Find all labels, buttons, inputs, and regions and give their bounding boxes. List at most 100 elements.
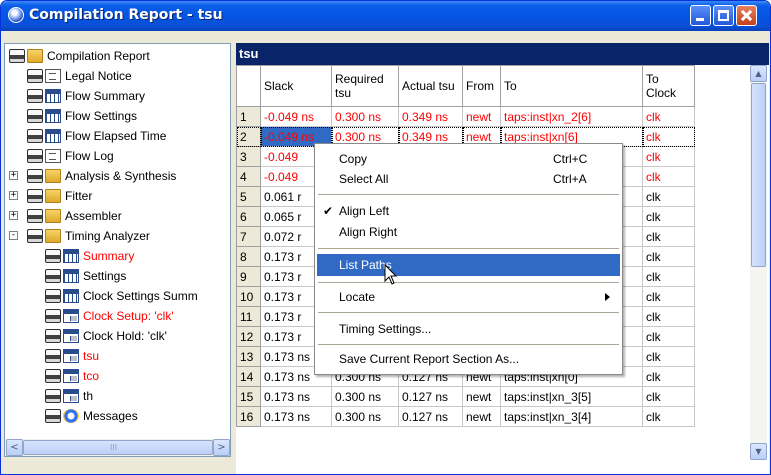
column-header[interactable]: Required tsu xyxy=(331,65,399,107)
scroll-thumb[interactable]: III xyxy=(23,440,213,455)
menu-item-locate[interactable]: Locate xyxy=(317,286,620,308)
scroll-up-button[interactable]: ▲ xyxy=(750,65,767,82)
column-header[interactable]: To xyxy=(500,65,643,107)
tree-horizontal-scrollbar[interactable]: < III > xyxy=(5,439,230,456)
table-cell[interactable]: taps:inst|xn_2[6] xyxy=(500,106,643,127)
row-number[interactable]: 15 xyxy=(236,386,261,407)
row-number[interactable]: 7 xyxy=(236,226,261,247)
table-cell[interactable]: clk xyxy=(642,326,695,347)
table-cell[interactable]: clk xyxy=(642,266,695,287)
tree-item[interactable]: + Analysis & Synthesis xyxy=(5,166,230,186)
table-cell[interactable]: clk xyxy=(642,306,695,327)
tree-item[interactable]: tco xyxy=(5,366,230,386)
row-number[interactable]: 13 xyxy=(236,346,261,367)
row-number[interactable]: 1 xyxy=(236,106,261,127)
menu-item-timing-settings[interactable]: Timing Settings... xyxy=(317,318,620,340)
row-number[interactable]: 4 xyxy=(236,166,261,187)
scroll-left-button[interactable]: < xyxy=(6,439,23,456)
row-number[interactable]: 11 xyxy=(236,306,261,327)
table-row[interactable]: 1 -0.049 ns 0.300 ns 0.349 ns newt taps:inst|… xyxy=(236,106,695,127)
table-cell[interactable]: clk xyxy=(642,206,695,227)
table-cell[interactable]: taps:inst|xn_3[4] xyxy=(500,406,643,427)
tree-item[interactable]: Clock Hold: 'clk' xyxy=(5,326,230,346)
table-cell[interactable]: newt xyxy=(462,106,501,127)
row-number[interactable]: 6 xyxy=(236,206,261,227)
tree-item[interactable]: Flow Elapsed Time xyxy=(5,126,230,146)
menu-item-align-left[interactable]: ✔ Align Left xyxy=(317,200,620,222)
table-cell[interactable]: newt xyxy=(462,406,501,427)
tree-item[interactable]: Flow Summary xyxy=(5,86,230,106)
scroll-right-button[interactable]: > xyxy=(213,439,230,456)
tree-item[interactable]: th xyxy=(5,386,230,406)
menu-item-copy[interactable]: Copy Ctrl+C xyxy=(317,148,620,170)
tree-item[interactable]: Clock Setup: 'clk' xyxy=(5,306,230,326)
scroll-down-button[interactable]: ▼ xyxy=(750,443,767,460)
close-button[interactable] xyxy=(736,5,757,26)
tree-item[interactable]: Compilation Report xyxy=(5,46,230,66)
tree-item[interactable]: + Assembler xyxy=(5,206,230,226)
row-number[interactable]: 2 xyxy=(236,126,261,147)
table-cell[interactable]: 0.300 ns xyxy=(331,106,399,127)
tree-item[interactable]: - Timing Analyzer xyxy=(5,226,230,246)
table-cell[interactable]: clk xyxy=(642,366,695,387)
column-header[interactable]: To Clock xyxy=(642,65,695,107)
row-number[interactable]: 9 xyxy=(236,266,261,287)
menu-item-save-section[interactable]: Save Current Report Section As... xyxy=(317,348,620,370)
menu-item-list-paths[interactable]: List Paths xyxy=(317,254,620,276)
table-cell[interactable]: 0.300 ns xyxy=(331,386,399,407)
table-cell[interactable]: 0.127 ns xyxy=(398,386,463,407)
title-bar[interactable]: Compilation Report - tsu xyxy=(1,1,770,31)
table-cell[interactable]: clk xyxy=(642,286,695,307)
tree-item[interactable]: Legal Notice xyxy=(5,66,230,86)
table-cell[interactable]: clk xyxy=(642,166,695,187)
table-row[interactable]: 16 0.173 ns 0.300 ns 0.127 ns newt taps:inst|… xyxy=(236,406,695,427)
table-cell[interactable]: -0.049 ns xyxy=(260,106,332,127)
table-cell[interactable]: clk xyxy=(642,126,695,147)
table-cell[interactable]: 0.127 ns xyxy=(398,406,463,427)
tree-item[interactable]: Messages xyxy=(5,406,230,426)
tree-item[interactable]: Clock Settings Summ xyxy=(5,286,230,306)
expand-icon[interactable]: + xyxy=(9,211,18,220)
collapse-icon[interactable]: - xyxy=(9,231,18,240)
row-number[interactable]: 10 xyxy=(236,286,261,307)
scroll-thumb[interactable] xyxy=(751,83,766,267)
column-header[interactable]: Slack xyxy=(260,65,332,107)
table-cell[interactable]: newt xyxy=(462,386,501,407)
row-number[interactable]: 12 xyxy=(236,326,261,347)
table-vertical-scrollbar[interactable]: ▲ ▼ xyxy=(750,65,767,460)
table-cell[interactable]: clk xyxy=(642,106,695,127)
table-cell[interactable]: 0.173 ns xyxy=(260,406,332,427)
tree-item[interactable]: Summary xyxy=(5,246,230,266)
table-cell[interactable]: clk xyxy=(642,246,695,267)
menu-item-select-all[interactable]: Select All Ctrl+A xyxy=(317,168,620,190)
expand-icon[interactable]: + xyxy=(9,171,18,180)
minimize-button[interactable] xyxy=(690,5,711,26)
row-number[interactable]: 16 xyxy=(236,406,261,427)
table-cell[interactable]: 0.349 ns xyxy=(398,106,463,127)
column-header[interactable]: From xyxy=(462,65,501,107)
maximize-button[interactable] xyxy=(713,5,734,26)
table-cell[interactable]: 0.300 ns xyxy=(331,406,399,427)
tree-item[interactable]: tsu xyxy=(5,346,230,366)
expand-icon[interactable]: + xyxy=(9,191,18,200)
table-cell[interactable]: clk xyxy=(642,226,695,247)
row-number[interactable]: 8 xyxy=(236,246,261,267)
column-header[interactable]: Actual tsu xyxy=(398,65,463,107)
table-row[interactable]: 15 0.173 ns 0.300 ns 0.127 ns newt taps:inst|… xyxy=(236,386,695,407)
printer-icon xyxy=(45,329,61,343)
table-cell[interactable]: taps:inst|xn_3[5] xyxy=(500,386,643,407)
table-cell[interactable]: clk xyxy=(642,386,695,407)
row-number[interactable]: 5 xyxy=(236,186,261,207)
table-cell[interactable]: clk xyxy=(642,346,695,367)
table-cell[interactable]: clk xyxy=(642,186,695,207)
tree-item[interactable]: Settings xyxy=(5,266,230,286)
table-cell[interactable]: 0.173 ns xyxy=(260,386,332,407)
table-cell[interactable]: clk xyxy=(642,146,695,167)
tree-item[interactable]: Flow Log xyxy=(5,146,230,166)
row-number[interactable]: 3 xyxy=(236,146,261,167)
tree-item[interactable]: + Fitter xyxy=(5,186,230,206)
menu-item-align-right[interactable]: Align Right xyxy=(317,221,620,243)
row-number[interactable]: 14 xyxy=(236,366,261,387)
table-cell[interactable]: clk xyxy=(642,406,695,427)
tree-item[interactable]: Flow Settings xyxy=(5,106,230,126)
